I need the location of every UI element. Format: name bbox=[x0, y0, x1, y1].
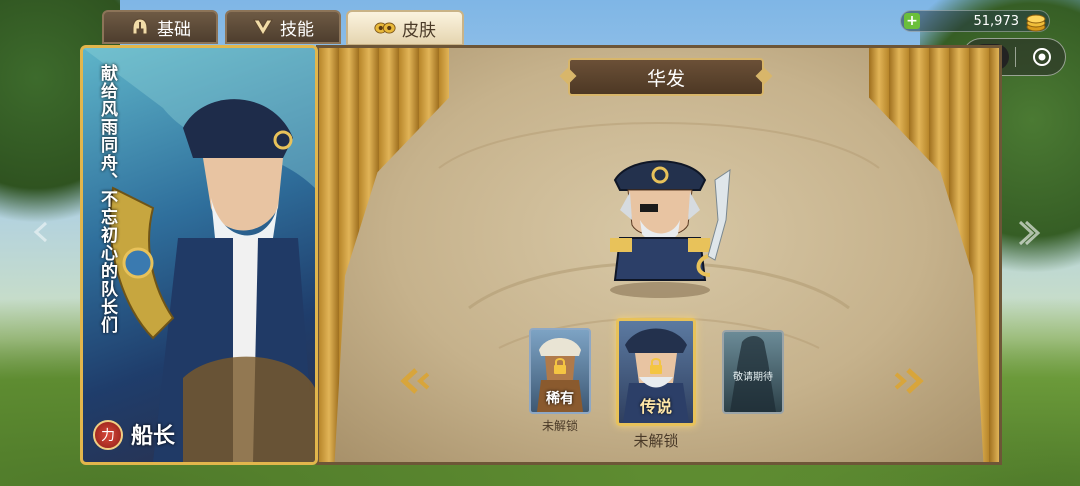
hero-class-badge: 力 bbox=[93, 420, 123, 450]
skin-rarity-legendary: 传说 bbox=[639, 397, 672, 416]
previous-skin-icon[interactable] bbox=[400, 366, 434, 396]
skin-status-rare: 未解锁 bbox=[541, 419, 578, 433]
add-gold-icon[interactable]: + bbox=[904, 13, 920, 29]
gold-coins-icon bbox=[1025, 12, 1047, 32]
skill-crest-icon bbox=[252, 16, 274, 38]
tab-skin[interactable]: 皮肤 bbox=[346, 10, 464, 46]
hero-portrait-card: 献给风雨同舟、不忘初心的队长们 力 船长 bbox=[80, 45, 318, 465]
close-app-button[interactable] bbox=[1025, 44, 1059, 70]
lock-icon bbox=[650, 357, 662, 374]
tab-skin-label: 皮肤 bbox=[402, 20, 436, 41]
target-circle-icon bbox=[1033, 48, 1051, 66]
hero-dedication: 献给风雨同舟、不忘初心的队长们 bbox=[97, 64, 117, 334]
lock-icon bbox=[554, 358, 566, 375]
skin-name-banner: 华发 bbox=[568, 58, 764, 96]
tab-basic[interactable]: 基础 bbox=[102, 10, 218, 44]
hero-name: 船长 bbox=[131, 424, 176, 449]
gold-amount: 51,973 bbox=[973, 13, 1020, 29]
next-skin-icon[interactable] bbox=[890, 366, 924, 396]
gold-counter[interactable]: + 51,973 bbox=[900, 10, 1050, 32]
next-hero-icon[interactable] bbox=[1012, 218, 1042, 248]
skin-mask-icon bbox=[374, 17, 396, 39]
helmet-icon bbox=[129, 16, 151, 38]
skin-status-legendary: 未解锁 bbox=[633, 432, 679, 450]
previous-hero-icon[interactable] bbox=[30, 220, 54, 244]
skin-preview-figure[interactable] bbox=[590, 150, 750, 300]
hero-portrait-art bbox=[83, 48, 315, 462]
tab-basic-label: 基础 bbox=[157, 19, 191, 40]
skin-rarity-rare: 稀有 bbox=[546, 391, 574, 407]
skin-card-legendary[interactable]: 传说 bbox=[616, 318, 696, 426]
capsule-divider bbox=[1015, 47, 1016, 67]
tab-skills-label: 技能 bbox=[280, 19, 314, 40]
skin-name: 华发 bbox=[646, 67, 685, 90]
skin-card-rare[interactable]: 稀有 bbox=[529, 328, 591, 414]
skin-card-coming-soon: 敬请期待 bbox=[722, 330, 784, 414]
coming-soon-label: 敬请期待 bbox=[733, 372, 773, 383]
tab-skills[interactable]: 技能 bbox=[225, 10, 341, 44]
